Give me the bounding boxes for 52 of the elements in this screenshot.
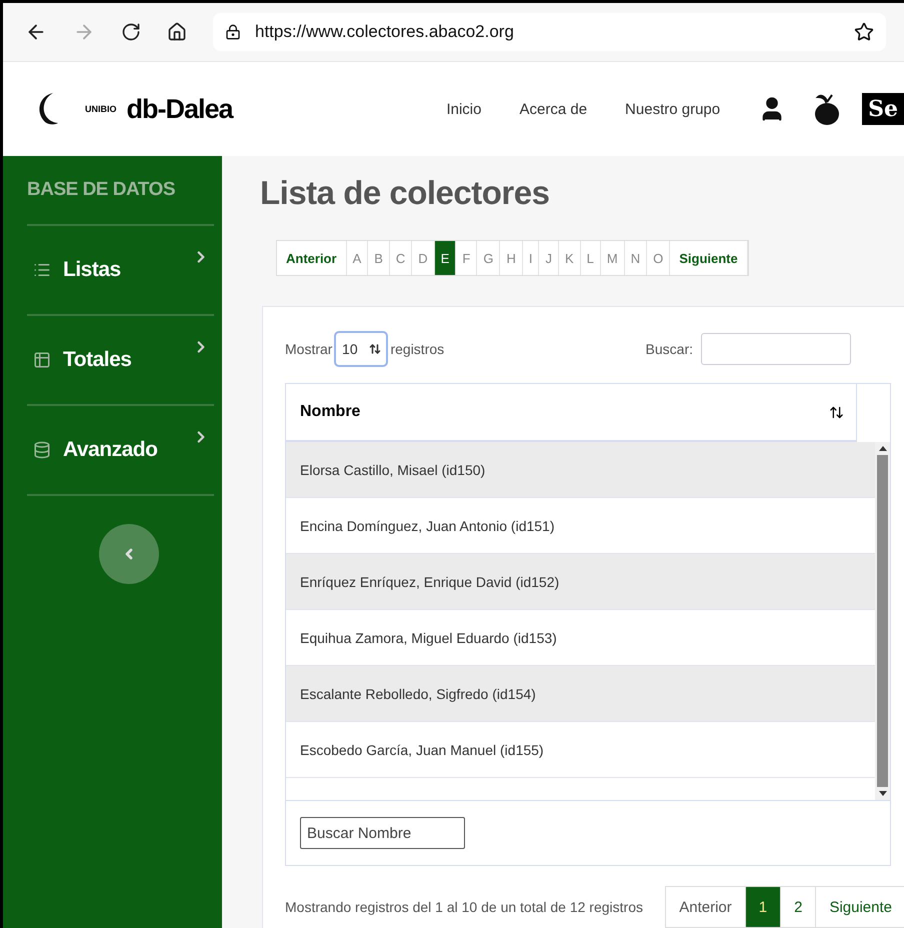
table-row[interactable]: Elorsa Castillo, Misael (id150) (286, 442, 875, 498)
search-field[interactable] (701, 333, 851, 365)
site-title: db-Dalea (126, 94, 233, 124)
reload-button[interactable] (121, 22, 141, 42)
letter-link[interactable]: N (624, 241, 648, 275)
table-icon (33, 351, 51, 369)
logo-text: UNIBIO (85, 104, 116, 114)
letter-link[interactable]: F (456, 241, 478, 275)
letter-link[interactable]: C (390, 241, 412, 275)
length-select[interactable]: 10 (334, 331, 388, 367)
records-info: Mostrando registros del 1 al 10 de un total de 12 registros (285, 899, 643, 915)
letter-link[interactable]: J (539, 241, 559, 275)
sidebar-item[interactable]: Totales (27, 316, 214, 406)
address-bar[interactable]: https://www.colectores.abaco2.org (213, 13, 886, 51)
length-label: registros (390, 341, 444, 357)
previous-link[interactable]: Anterior (277, 241, 347, 275)
page-button[interactable]: 1 (746, 887, 782, 927)
sidebar-heading: BASE DE DATOS (27, 156, 214, 226)
lock-icon (225, 24, 241, 40)
scroll-down-icon[interactable] (878, 791, 886, 796)
next-link[interactable]: Siguiente (670, 241, 748, 275)
letter-link[interactable]: B (368, 241, 390, 275)
scroll-up-icon[interactable] (878, 446, 886, 451)
sidebar-item[interactable]: Listas (27, 226, 214, 316)
sort-icon (829, 404, 844, 420)
nav-link[interactable]: Inicio (446, 100, 482, 118)
name-filter-field[interactable]: Buscar Nombre (300, 817, 465, 849)
scrollbar[interactable] (875, 442, 890, 800)
table-row[interactable]: Escalante Rebolledo, Sigfredo (id154) (286, 666, 875, 722)
table-row[interactable]: Enríquez Enríquez, Enrique David (id152) (286, 554, 875, 610)
home-button[interactable] (167, 22, 187, 42)
nav-link[interactable]: Acerca de (520, 100, 588, 118)
database-icon (33, 441, 51, 459)
length-label: Mostrar (285, 341, 332, 357)
letter-link[interactable]: E (434, 241, 456, 275)
letter-link[interactable]: A (346, 241, 368, 275)
sort-arrows-icon (368, 343, 381, 355)
letter-link[interactable]: M (600, 241, 625, 275)
favorite-button[interactable] (854, 22, 874, 42)
apple-icon[interactable] (814, 93, 840, 125)
sidebar-item[interactable]: Avanzado (27, 406, 214, 496)
list-icon (33, 261, 51, 279)
letter-link[interactable]: K (558, 241, 581, 275)
letter-link[interactable]: G (477, 241, 500, 275)
nav-link[interactable]: Nuestro grupo (625, 100, 720, 118)
logo-badge[interactable]: Se (862, 93, 904, 125)
letter-link[interactable]: O (647, 241, 670, 275)
letter-link[interactable]: I (522, 241, 540, 275)
letter-link[interactable]: L (580, 241, 601, 275)
search-label: Buscar: (646, 341, 693, 357)
letter-link[interactable]: H (500, 241, 523, 275)
page-title: Lista de colectores (260, 174, 550, 212)
